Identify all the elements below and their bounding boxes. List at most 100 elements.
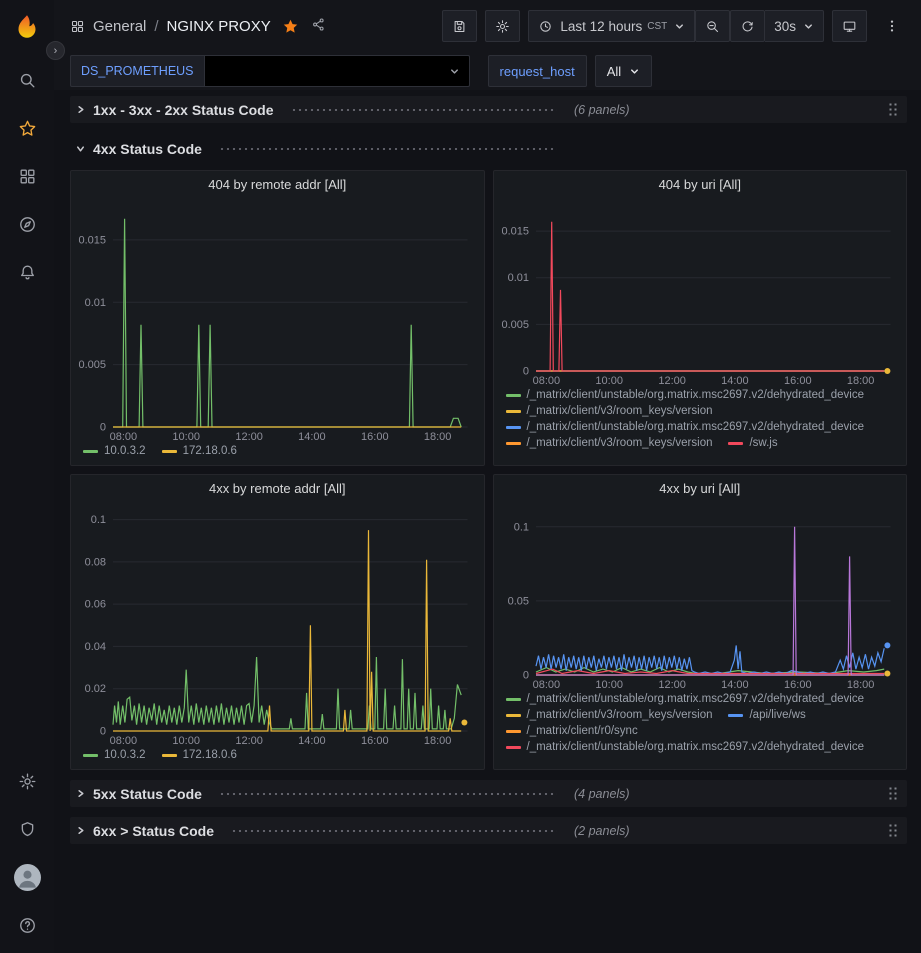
legend-swatch: [506, 698, 521, 701]
svg-text:10:00: 10:00: [595, 679, 623, 691]
row-panel-count: (4 panels): [574, 787, 630, 801]
grafana-app: › General / NGINX PROXY: [0, 0, 921, 953]
svg-text:0.015: 0.015: [501, 226, 529, 238]
legend-label: /api/live/ws: [749, 709, 805, 721]
row-6xx[interactable]: 6xx > Status Code (2 panels): [70, 817, 907, 844]
refresh-icon: [740, 19, 755, 34]
row-drag-handle[interactable]: [888, 823, 898, 838]
legend-item[interactable]: 172.18.0.6: [162, 445, 237, 457]
legend-item[interactable]: 10.0.3.2: [83, 445, 146, 457]
refresh-interval-dropdown[interactable]: 30s: [765, 10, 824, 42]
dashboard-settings-button[interactable]: [485, 10, 520, 42]
sidebar-item-help[interactable]: [6, 905, 48, 945]
bell-icon: [18, 263, 37, 282]
svg-text:10:00: 10:00: [595, 375, 623, 387]
panel-chart-area[interactable]: 00.0050.010.01508:0010:0012:0014:0016:00…: [494, 198, 907, 387]
row-drag-handle[interactable]: [888, 102, 898, 117]
time-range-picker[interactable]: Last 12 hours CST: [528, 10, 695, 42]
panel-title[interactable]: 4xx by uri [All]: [494, 475, 907, 502]
save-dashboard-button[interactable]: [442, 10, 477, 42]
svg-text:08:00: 08:00: [110, 431, 138, 443]
panel-title[interactable]: 404 by remote addr [All]: [71, 171, 484, 198]
legend-item[interactable]: 10.0.3.2: [83, 749, 146, 761]
panel-legend: 10.0.3.2 172.18.0.6: [71, 443, 484, 465]
legend-item[interactable]: /_matrix/client/unstable/org.matrix.msc2…: [506, 421, 865, 433]
breadcrumb-section[interactable]: General: [93, 18, 146, 35]
legend-item[interactable]: /sw.js: [728, 437, 777, 449]
dashboard-title[interactable]: NGINX PROXY: [167, 18, 271, 35]
sidebar-item-alerting[interactable]: [6, 252, 48, 292]
legend-item[interactable]: /_matrix/client/v3/room_keys/version: [506, 709, 713, 721]
timeseries-chart: 00.0050.010.01508:0010:0012:0014:0016:00…: [496, 198, 905, 387]
grafana-logo[interactable]: [7, 8, 47, 48]
legend-item[interactable]: /_matrix/client/unstable/org.matrix.msc2…: [506, 741, 865, 753]
legend-item[interactable]: /_matrix/client/r0/sync: [506, 725, 638, 737]
svg-text:0: 0: [100, 422, 106, 434]
svg-text:14:00: 14:00: [298, 735, 326, 747]
sidebar-item-profile[interactable]: [6, 857, 48, 897]
legend-label: 10.0.3.2: [104, 445, 146, 457]
tv-mode-button[interactable]: [832, 10, 867, 42]
svg-text:16:00: 16:00: [361, 735, 389, 747]
request-host-select[interactable]: All: [595, 55, 652, 87]
sidebar-item-dashboards[interactable]: [6, 156, 48, 196]
svg-text:0: 0: [100, 726, 106, 738]
svg-text:16:00: 16:00: [361, 431, 389, 443]
row-dotted-leader: [219, 793, 557, 795]
share-dashboard-button[interactable]: [311, 17, 326, 36]
panel-chart-area[interactable]: 00.020.040.060.080.108:0010:0012:0014:00…: [71, 502, 484, 747]
legend-item[interactable]: /api/live/ws: [728, 709, 805, 721]
panel-chart-area[interactable]: 00.0050.010.01508:0010:0012:0014:0016:00…: [71, 198, 484, 443]
zoom-out-time-button[interactable]: [695, 10, 730, 42]
panel-chart-area[interactable]: 00.050.108:0010:0012:0014:0016:0018:00: [494, 502, 907, 691]
sidebar-item-starred[interactable]: [6, 108, 48, 148]
svg-text:14:00: 14:00: [298, 431, 326, 443]
panel-4xx-by-uri: 4xx by uri [All] 00.050.108:0010:0012:00…: [493, 474, 908, 770]
refresh-button[interactable]: [730, 10, 765, 42]
panel-4xx-by-remote-addr: 4xx by remote addr [All] 00.020.040.060.…: [70, 474, 485, 770]
timeseries-chart: 00.0050.010.01508:0010:0012:0014:0016:00…: [73, 198, 482, 443]
panel-title[interactable]: 404 by uri [All]: [494, 171, 907, 198]
kebab-menu-button[interactable]: [875, 10, 909, 42]
sidebar-item-server-admin[interactable]: [6, 809, 48, 849]
row-4xx[interactable]: 4xx Status Code: [70, 135, 907, 162]
favorite-star-icon[interactable]: [282, 18, 299, 35]
legend-item[interactable]: /_matrix/client/v3/room_keys/version: [506, 437, 713, 449]
row-title-group: 6xx > Status Code: [93, 823, 567, 839]
request-host-value: All: [607, 64, 621, 79]
kebab-icon: [884, 18, 900, 34]
chevron-down-icon: [629, 66, 640, 77]
legend-item[interactable]: 172.18.0.6: [162, 749, 237, 761]
sidebar-item-explore[interactable]: [6, 204, 48, 244]
svg-text:18:00: 18:00: [846, 679, 874, 691]
legend-swatch: [506, 714, 521, 717]
row-title: 6xx > Status Code: [93, 823, 214, 839]
svg-text:12:00: 12:00: [235, 431, 263, 443]
row-5xx[interactable]: 5xx Status Code (4 panels): [70, 780, 907, 807]
legend-label: /_matrix/client/v3/room_keys/version: [527, 709, 713, 721]
panel-404-by-uri: 404 by uri [All] 00.0050.010.01508:0010:…: [493, 170, 908, 466]
chevron-right-icon: [75, 825, 86, 836]
legend-item[interactable]: /_matrix/client/unstable/org.matrix.msc2…: [506, 389, 865, 401]
datasource-label: DS_PROMETHEUS: [70, 55, 204, 87]
panel-title[interactable]: 4xx by remote addr [All]: [71, 475, 484, 502]
legend-item[interactable]: /_matrix/client/v3/room_keys/version: [506, 405, 713, 417]
svg-text:10:00: 10:00: [172, 735, 200, 747]
svg-text:0.04: 0.04: [85, 641, 106, 653]
row-drag-handle[interactable]: [888, 786, 898, 801]
breadcrumb-separator: /: [154, 18, 158, 35]
expand-sidebar-button[interactable]: ›: [46, 41, 65, 60]
datasource-select[interactable]: [204, 55, 470, 87]
person-icon: [14, 864, 41, 891]
breadcrumb: General / NGINX PROXY: [70, 17, 326, 36]
share-icon: [311, 17, 326, 32]
sidebar-item-configuration[interactable]: [6, 761, 48, 801]
svg-text:0.005: 0.005: [78, 359, 106, 371]
svg-text:14:00: 14:00: [721, 679, 749, 691]
sidebar-item-search[interactable]: [6, 60, 48, 100]
row-panel-count: (2 panels): [574, 824, 630, 838]
legend-item[interactable]: /_matrix/client/unstable/org.matrix.msc2…: [506, 693, 865, 705]
chevron-down-icon: [674, 21, 685, 32]
row-1xx-3xx-2xx[interactable]: 1xx - 3xx - 2xx Status Code (6 panels): [70, 96, 907, 123]
chevron-down-icon: [449, 66, 460, 77]
